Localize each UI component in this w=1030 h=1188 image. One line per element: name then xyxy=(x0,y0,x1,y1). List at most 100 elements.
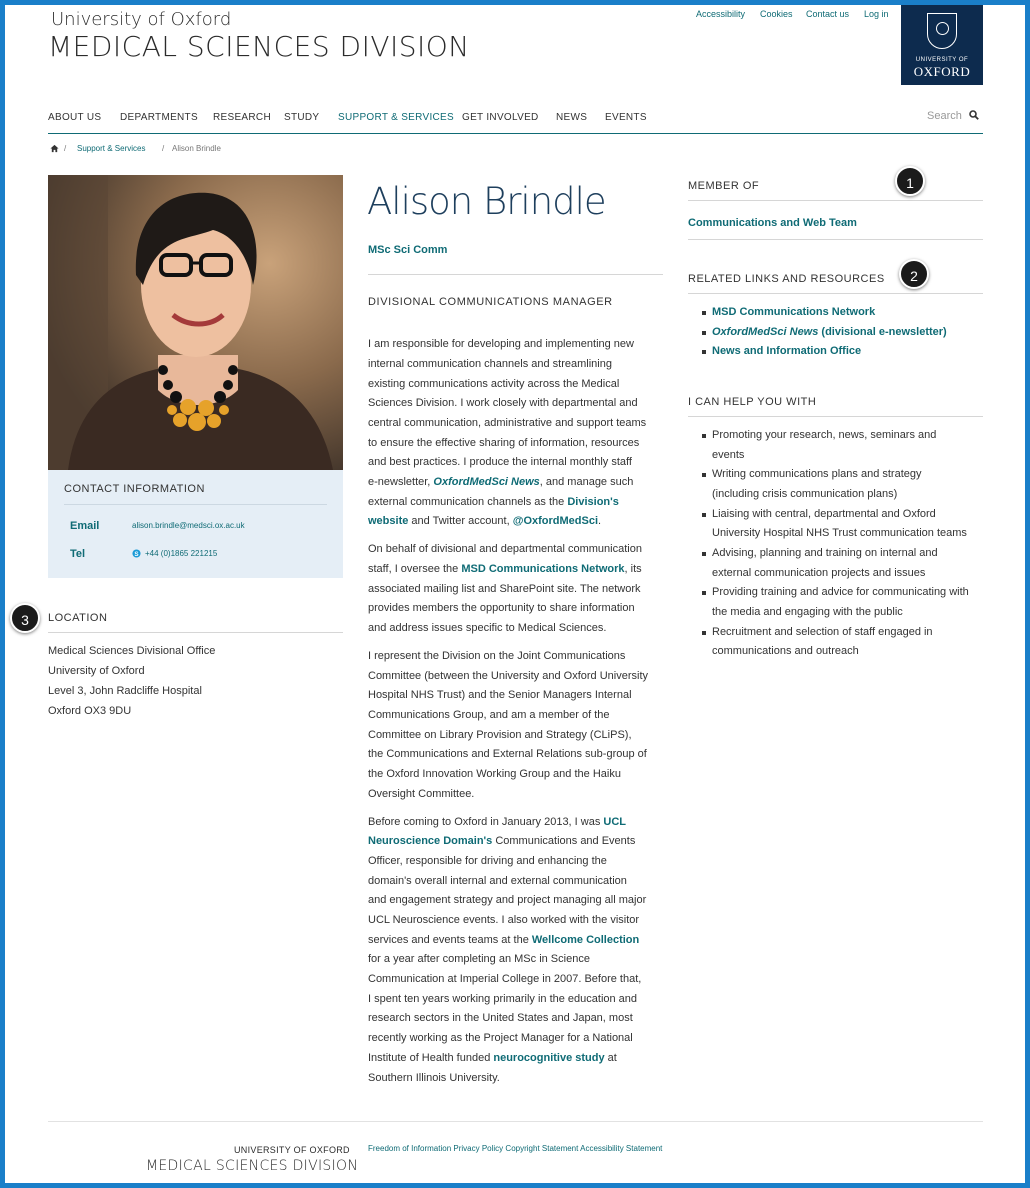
bio-line: Communication at Imperial College in 200… xyxy=(368,973,642,985)
division-website-link[interactable]: Division's xyxy=(567,496,619,508)
profile-photo xyxy=(48,175,343,470)
list-bullet xyxy=(702,331,706,335)
text: (divisional e-newsletter) xyxy=(818,326,947,338)
bio-line: Committee on Library Provision and Strat… xyxy=(368,729,632,741)
bio-line: staff, I oversee the MSD Communications … xyxy=(368,563,642,575)
nav-get-involved[interactable]: GET INVOLVED xyxy=(462,112,539,123)
oxfordmedsci-news-link[interactable]: OxfordMedSci News (divisional e-newslett… xyxy=(712,326,947,338)
list-bullet xyxy=(702,311,706,315)
freedom-of-information-link[interactable]: Freedom of Information xyxy=(368,1144,451,1153)
nav-departments[interactable]: DEPARTMENTS xyxy=(120,112,198,123)
text: staff, I oversee the xyxy=(368,563,462,575)
text: services and events teams at the xyxy=(368,934,532,946)
bio-line: and engagement strategy and project mana… xyxy=(368,894,647,906)
help-item: Promoting your research, news, seminars … xyxy=(712,429,937,441)
help-item: University Hospital NHS Trust communicat… xyxy=(712,527,967,539)
contact-us-link[interactable]: Contact us xyxy=(806,9,849,19)
bio-line: UCL Neuroscience events. I also worked w… xyxy=(368,914,640,926)
footer-divider xyxy=(48,1121,983,1122)
bio-line: the Communications and External Relation… xyxy=(368,748,647,760)
nav-support-services[interactable]: SUPPORT & SERVICES xyxy=(338,112,454,123)
footer-division: MEDICAL SCIENCES DIVISION xyxy=(146,1158,359,1174)
msd-communications-network-link[interactable]: MSD Communications Network xyxy=(712,306,875,318)
bio-line: central communication, administrative an… xyxy=(368,417,647,429)
divider xyxy=(64,504,327,505)
list-bullet xyxy=(702,631,706,635)
contact-information-title: CONTACT INFORMATION xyxy=(64,483,205,495)
bio-line: Committee (between the University and Ox… xyxy=(368,670,648,682)
email-label: Email xyxy=(70,520,100,532)
division-name[interactable]: MEDICAL SCIENCES DIVISION xyxy=(48,30,470,63)
bio-line: I am responsible for developing and impl… xyxy=(368,338,634,350)
nav-research[interactable]: RESEARCH xyxy=(213,112,271,123)
bio-line: and best practices. I produce the intern… xyxy=(368,456,632,468)
home-icon[interactable] xyxy=(50,144,59,155)
news-information-office-link[interactable]: News and Information Office xyxy=(712,345,861,357)
bio-line: Sciences Division. I work closely with d… xyxy=(368,397,638,409)
logo-oxford: OXFORD xyxy=(913,64,971,79)
cookies-link[interactable]: Cookies xyxy=(760,9,793,19)
list-bullet xyxy=(702,350,706,354)
help-item: Recruitment and selection of staff engag… xyxy=(712,626,933,638)
accessibility-statement-link[interactable]: Accessibility Statement xyxy=(580,1144,662,1153)
crest-icon xyxy=(927,13,957,49)
help-item: Providing training and advice for commun… xyxy=(712,586,969,598)
accessibility-link[interactable]: Accessibility xyxy=(696,9,745,19)
tel-label: Tel xyxy=(70,548,86,560)
log-in-link[interactable]: Log in xyxy=(864,9,889,19)
member-of-title: MEMBER OF xyxy=(688,180,760,192)
text: and Twitter account, xyxy=(408,515,513,527)
oxfordmedsci-news-link[interactable]: OxfordMedSci News xyxy=(433,476,539,488)
search-input[interactable]: Search xyxy=(927,110,962,122)
neurocognitive-study-link[interactable]: neurocognitive study xyxy=(493,1052,604,1064)
twitter-link[interactable]: @OxfordMedSci xyxy=(513,515,598,527)
svg-text:S: S xyxy=(134,551,138,558)
msd-communications-network-link[interactable]: MSD Communications Network xyxy=(461,563,624,575)
search-icon[interactable] xyxy=(969,110,979,123)
annotation-badge-1: 1 xyxy=(895,166,925,196)
breadcrumb-separator: / xyxy=(64,144,67,153)
job-title: DIVISIONAL COMMUNICATIONS MANAGER xyxy=(368,296,613,308)
nav-about-us[interactable]: ABOUT US xyxy=(48,112,101,123)
divider xyxy=(48,632,343,633)
privacy-policy-link[interactable]: Privacy Policy xyxy=(453,1144,503,1153)
help-item: Writing communications plans and strateg… xyxy=(712,468,922,480)
oxford-logo[interactable]: UNIVERSITY OF OXFORD xyxy=(901,5,983,85)
profile-degree: MSc Sci Comm xyxy=(368,244,448,256)
bio-line: and address issues specific to Medical S… xyxy=(368,622,607,634)
ucl-neuroscience-link[interactable]: Neuroscience Domain's xyxy=(368,835,492,847)
tel-link[interactable]: +44 (0)1865 221215 xyxy=(145,549,217,558)
bio-line: existing communications activity across … xyxy=(368,378,620,390)
email-link[interactable]: alison.brindle@medsci.ox.ac.uk xyxy=(132,521,245,530)
help-item: communications and outreach xyxy=(712,645,859,657)
bio-line: I represent the Division on the Joint Co… xyxy=(368,650,626,662)
bio-line: associated mailing list and SharePoint s… xyxy=(368,583,641,595)
related-links-title: RELATED LINKS AND RESOURCES xyxy=(688,273,885,285)
bio-line: Oversight Committee. xyxy=(368,788,475,800)
bio-line: to ensure the effective sharing of infor… xyxy=(368,437,640,449)
bio-line: website and Twitter account, @OxfordMedS… xyxy=(368,515,601,527)
bio-line: e-newsletter, OxfordMedSci News, and man… xyxy=(368,476,633,488)
division-website-link[interactable]: website xyxy=(368,515,408,527)
help-item: events xyxy=(712,449,745,461)
ucl-neuroscience-link[interactable]: UCL xyxy=(603,816,626,828)
communications-web-team-link[interactable]: Communications and Web Team xyxy=(688,217,857,229)
list-bullet xyxy=(702,473,706,477)
bio-line: recently working as the Project Manager … xyxy=(368,1032,633,1044)
list-bullet xyxy=(702,513,706,517)
location-line: Level 3, John Radcliffe Hospital xyxy=(48,685,202,697)
footer-university: UNIVERSITY OF OXFORD xyxy=(234,1145,350,1155)
breadcrumb-support-services[interactable]: Support & Services xyxy=(77,144,145,153)
nav-events[interactable]: EVENTS xyxy=(605,112,647,123)
bio-line: Hospital NHS Trust) and the Senior Manag… xyxy=(368,689,632,701)
bio-line: I spent ten years working primarily in t… xyxy=(368,993,638,1005)
university-name[interactable]: University of Oxford xyxy=(51,9,231,30)
text: e-newsletter, xyxy=(368,476,434,488)
nav-news[interactable]: NEWS xyxy=(556,112,587,123)
nav-study[interactable]: STUDY xyxy=(284,112,319,123)
bio-line: provides members the opportunity to shar… xyxy=(368,602,635,614)
copyright-statement-link[interactable]: Copyright Statement xyxy=(505,1144,578,1153)
wellcome-collection-link[interactable]: Wellcome Collection xyxy=(532,934,639,946)
breadcrumb-separator: / xyxy=(162,144,165,153)
location-title: LOCATION xyxy=(48,612,108,624)
